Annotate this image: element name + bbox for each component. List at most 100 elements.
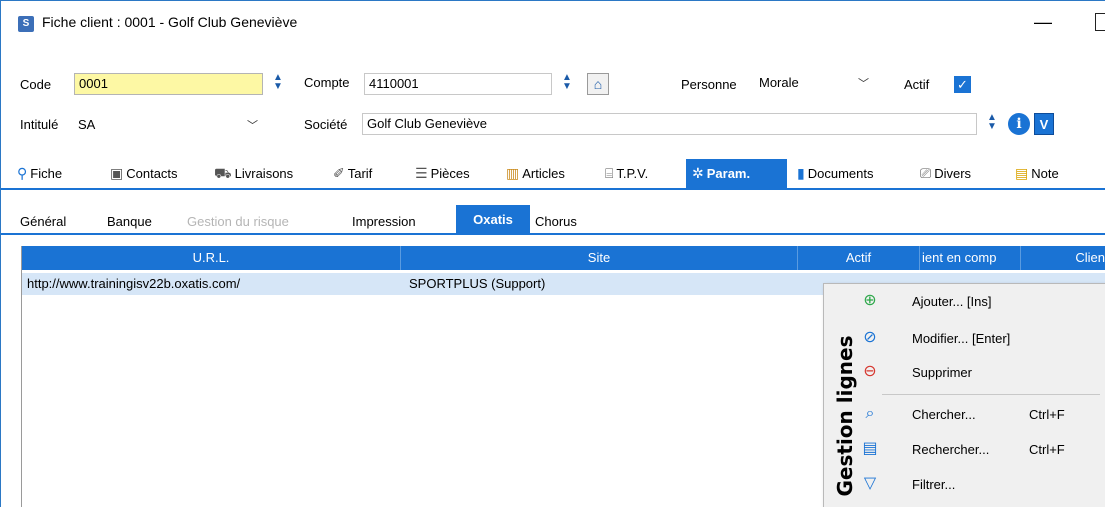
tab-divers[interactable]: ⎚ Divers [914, 159, 977, 188]
tab-fiche[interactable]: ⚲ Fiche [11, 159, 68, 188]
context-menu: Gestion lignes ⊕ Ajouter... [Ins] ⊘ Modi… [823, 283, 1105, 507]
truck-icon: ⛟ [214, 165, 232, 181]
tab-label: Documents [807, 166, 874, 181]
contacts-icon: ▣ [110, 165, 124, 181]
main-tab-bar: ⚲ Fiche ▣ Contacts ⛟ Livraisons ✐ Tarif ☰ Piè… [1, 159, 1105, 190]
tag-icon: ✐ [333, 165, 345, 181]
menu-item-label: Chercher... [912, 407, 976, 422]
minus-circle-icon: ⊖ [863, 363, 877, 380]
bar-chart-icon: ▮ [797, 165, 805, 181]
menu-item-modifier[interactable]: ⊘ Modifier... [Enter] [854, 322, 1105, 356]
tab-pieces[interactable]: ☰ Pièces [409, 159, 476, 188]
column-header-url[interactable]: U.R.L. [22, 246, 401, 270]
subtab-gestion-risque: Gestion du risque [187, 214, 289, 229]
window-title: Fiche client : 0001 - Golf Club Genevièv… [42, 14, 298, 30]
code-label: Code [20, 77, 52, 92]
tab-label: Note [1031, 166, 1059, 181]
menu-item-ajouter[interactable]: ⊕ Ajouter... [Ins] [854, 285, 1105, 319]
person-icon: ⚲ [17, 165, 28, 181]
document-list-icon: ☰ [415, 165, 428, 181]
spin-down-icon[interactable]: ▼ [558, 82, 576, 92]
column-header-client-en-compte[interactable]: ient en comp [920, 246, 1021, 270]
cell-site: SPORTPLUS (Support) [409, 276, 546, 291]
subtab-chorus[interactable]: Chorus [530, 208, 582, 235]
menu-item-label: Modifier... [Enter] [912, 331, 1011, 346]
tab-tpv[interactable]: ⌸ T.P.V. [599, 159, 654, 188]
intitule-value: SA [78, 117, 96, 132]
v-button[interactable]: V [1034, 113, 1054, 135]
tab-label: Fiche [30, 166, 63, 181]
chevron-down-icon: ﹀ [858, 78, 869, 90]
societe-field[interactable]: Golf Club Geneviève [362, 113, 977, 135]
plus-circle-icon: ⊕ [863, 292, 877, 309]
tab-label: Divers [934, 166, 972, 181]
personne-select[interactable]: Morale ﹀ [755, 73, 873, 95]
menu-item-shortcut: Ctrl+F [1029, 442, 1065, 457]
subtab-general[interactable]: Général [15, 208, 71, 235]
box-icon: ▥ [506, 165, 520, 181]
tab-note[interactable]: ▤ Note [1009, 159, 1065, 188]
tab-param[interactable]: ✲ Param. [686, 159, 787, 188]
code-field[interactable]: 0001 [74, 73, 263, 95]
societe-label: Société [304, 117, 348, 132]
gear-icon: ✲ [692, 165, 704, 181]
tab-contacts[interactable]: ▣ Contacts [104, 159, 184, 188]
menu-item-label: Filtrer... [912, 477, 956, 492]
intitule-select[interactable]: SA ﹀ [74, 115, 262, 137]
tab-articles[interactable]: ▥ Articles [500, 159, 571, 188]
menu-item-shortcut: Ctrl+F [1029, 407, 1065, 422]
subtab-impression[interactable]: Impression [347, 208, 421, 235]
advanced-search-icon: ▤ [862, 440, 878, 457]
intitule-label: Intitulé [20, 117, 59, 132]
societe-spinner[interactable]: ▲ ▼ [983, 113, 1001, 135]
spin-down-icon[interactable]: ▼ [269, 82, 287, 92]
tab-documents[interactable]: ▮ Documents [791, 159, 879, 188]
chevron-down-icon: ﹀ [247, 120, 258, 132]
maximize-button[interactable] [1095, 13, 1105, 31]
tab-label: Livraisons [234, 166, 294, 181]
info-icon[interactable]: i [1008, 113, 1030, 135]
personne-label: Personne [681, 77, 737, 92]
code-spinner[interactable]: ▲ ▼ [269, 73, 287, 95]
compte-label: Compte [304, 75, 350, 90]
home-icon[interactable]: ⌂ [587, 73, 609, 95]
menu-item-rechercher[interactable]: ▤ Rechercher... Ctrl+F [854, 433, 1105, 467]
menu-item-chercher[interactable]: ⌕ Chercher... Ctrl+F [854, 398, 1105, 432]
spin-down-icon[interactable]: ▼ [983, 122, 1001, 132]
subtab-banque[interactable]: Banque [102, 208, 157, 235]
register-icon: ⌸ [605, 165, 614, 181]
search-icon: ⌕ [865, 405, 875, 422]
monitor-icon: ⎚ [920, 165, 932, 181]
tab-label: T.P.V. [616, 166, 649, 181]
client-window: S Fiche client : 0001 - Golf Club Genevi… [0, 0, 1105, 507]
menu-item-label: Supprimer [912, 365, 972, 380]
personne-value: Morale [759, 75, 799, 90]
tab-livraisons[interactable]: ⛟ Livraisons [208, 159, 299, 188]
column-header-site[interactable]: Site [401, 246, 798, 270]
edit-circle-icon: ⊘ [863, 329, 877, 346]
actif-label: Actif [904, 77, 930, 92]
tab-label: Pièces [430, 166, 470, 181]
tab-label: Tarif [347, 166, 373, 181]
compte-spinner[interactable]: ▲ ▼ [558, 73, 576, 95]
tab-label: Contacts [126, 166, 178, 181]
menu-item-label: Ajouter... [Ins] [912, 294, 992, 309]
note-icon: ▤ [1015, 165, 1029, 181]
actif-checkbox[interactable]: ✓ [954, 76, 971, 93]
column-header-actif[interactable]: Actif [798, 246, 920, 270]
sub-tab-bar: Général Banque Gestion du risque Impress… [1, 205, 1105, 235]
cell-url: http://www.trainingisv22b.oxatis.com/ [27, 276, 241, 291]
tab-label: Articles [522, 166, 565, 181]
compte-field[interactable]: 4110001 [364, 73, 552, 95]
tab-tarif[interactable]: ✐ Tarif [327, 159, 378, 188]
column-header-client[interactable]: Clien [1021, 246, 1105, 270]
grid-header: U.R.L. Site Actif ient en comp Clien [22, 246, 1105, 270]
menu-item-filtrer[interactable]: ▽ Filtrer... [854, 468, 1105, 502]
filter-icon: ▽ [863, 475, 877, 492]
minimize-button[interactable]: — [1031, 11, 1055, 33]
tab-label: Param. [706, 166, 751, 181]
menu-item-supprimer[interactable]: ⊖ Supprimer [854, 356, 1105, 390]
menu-separator [882, 394, 1100, 395]
app-icon: S [18, 16, 34, 32]
subtab-oxatis[interactable]: Oxatis [456, 205, 530, 235]
